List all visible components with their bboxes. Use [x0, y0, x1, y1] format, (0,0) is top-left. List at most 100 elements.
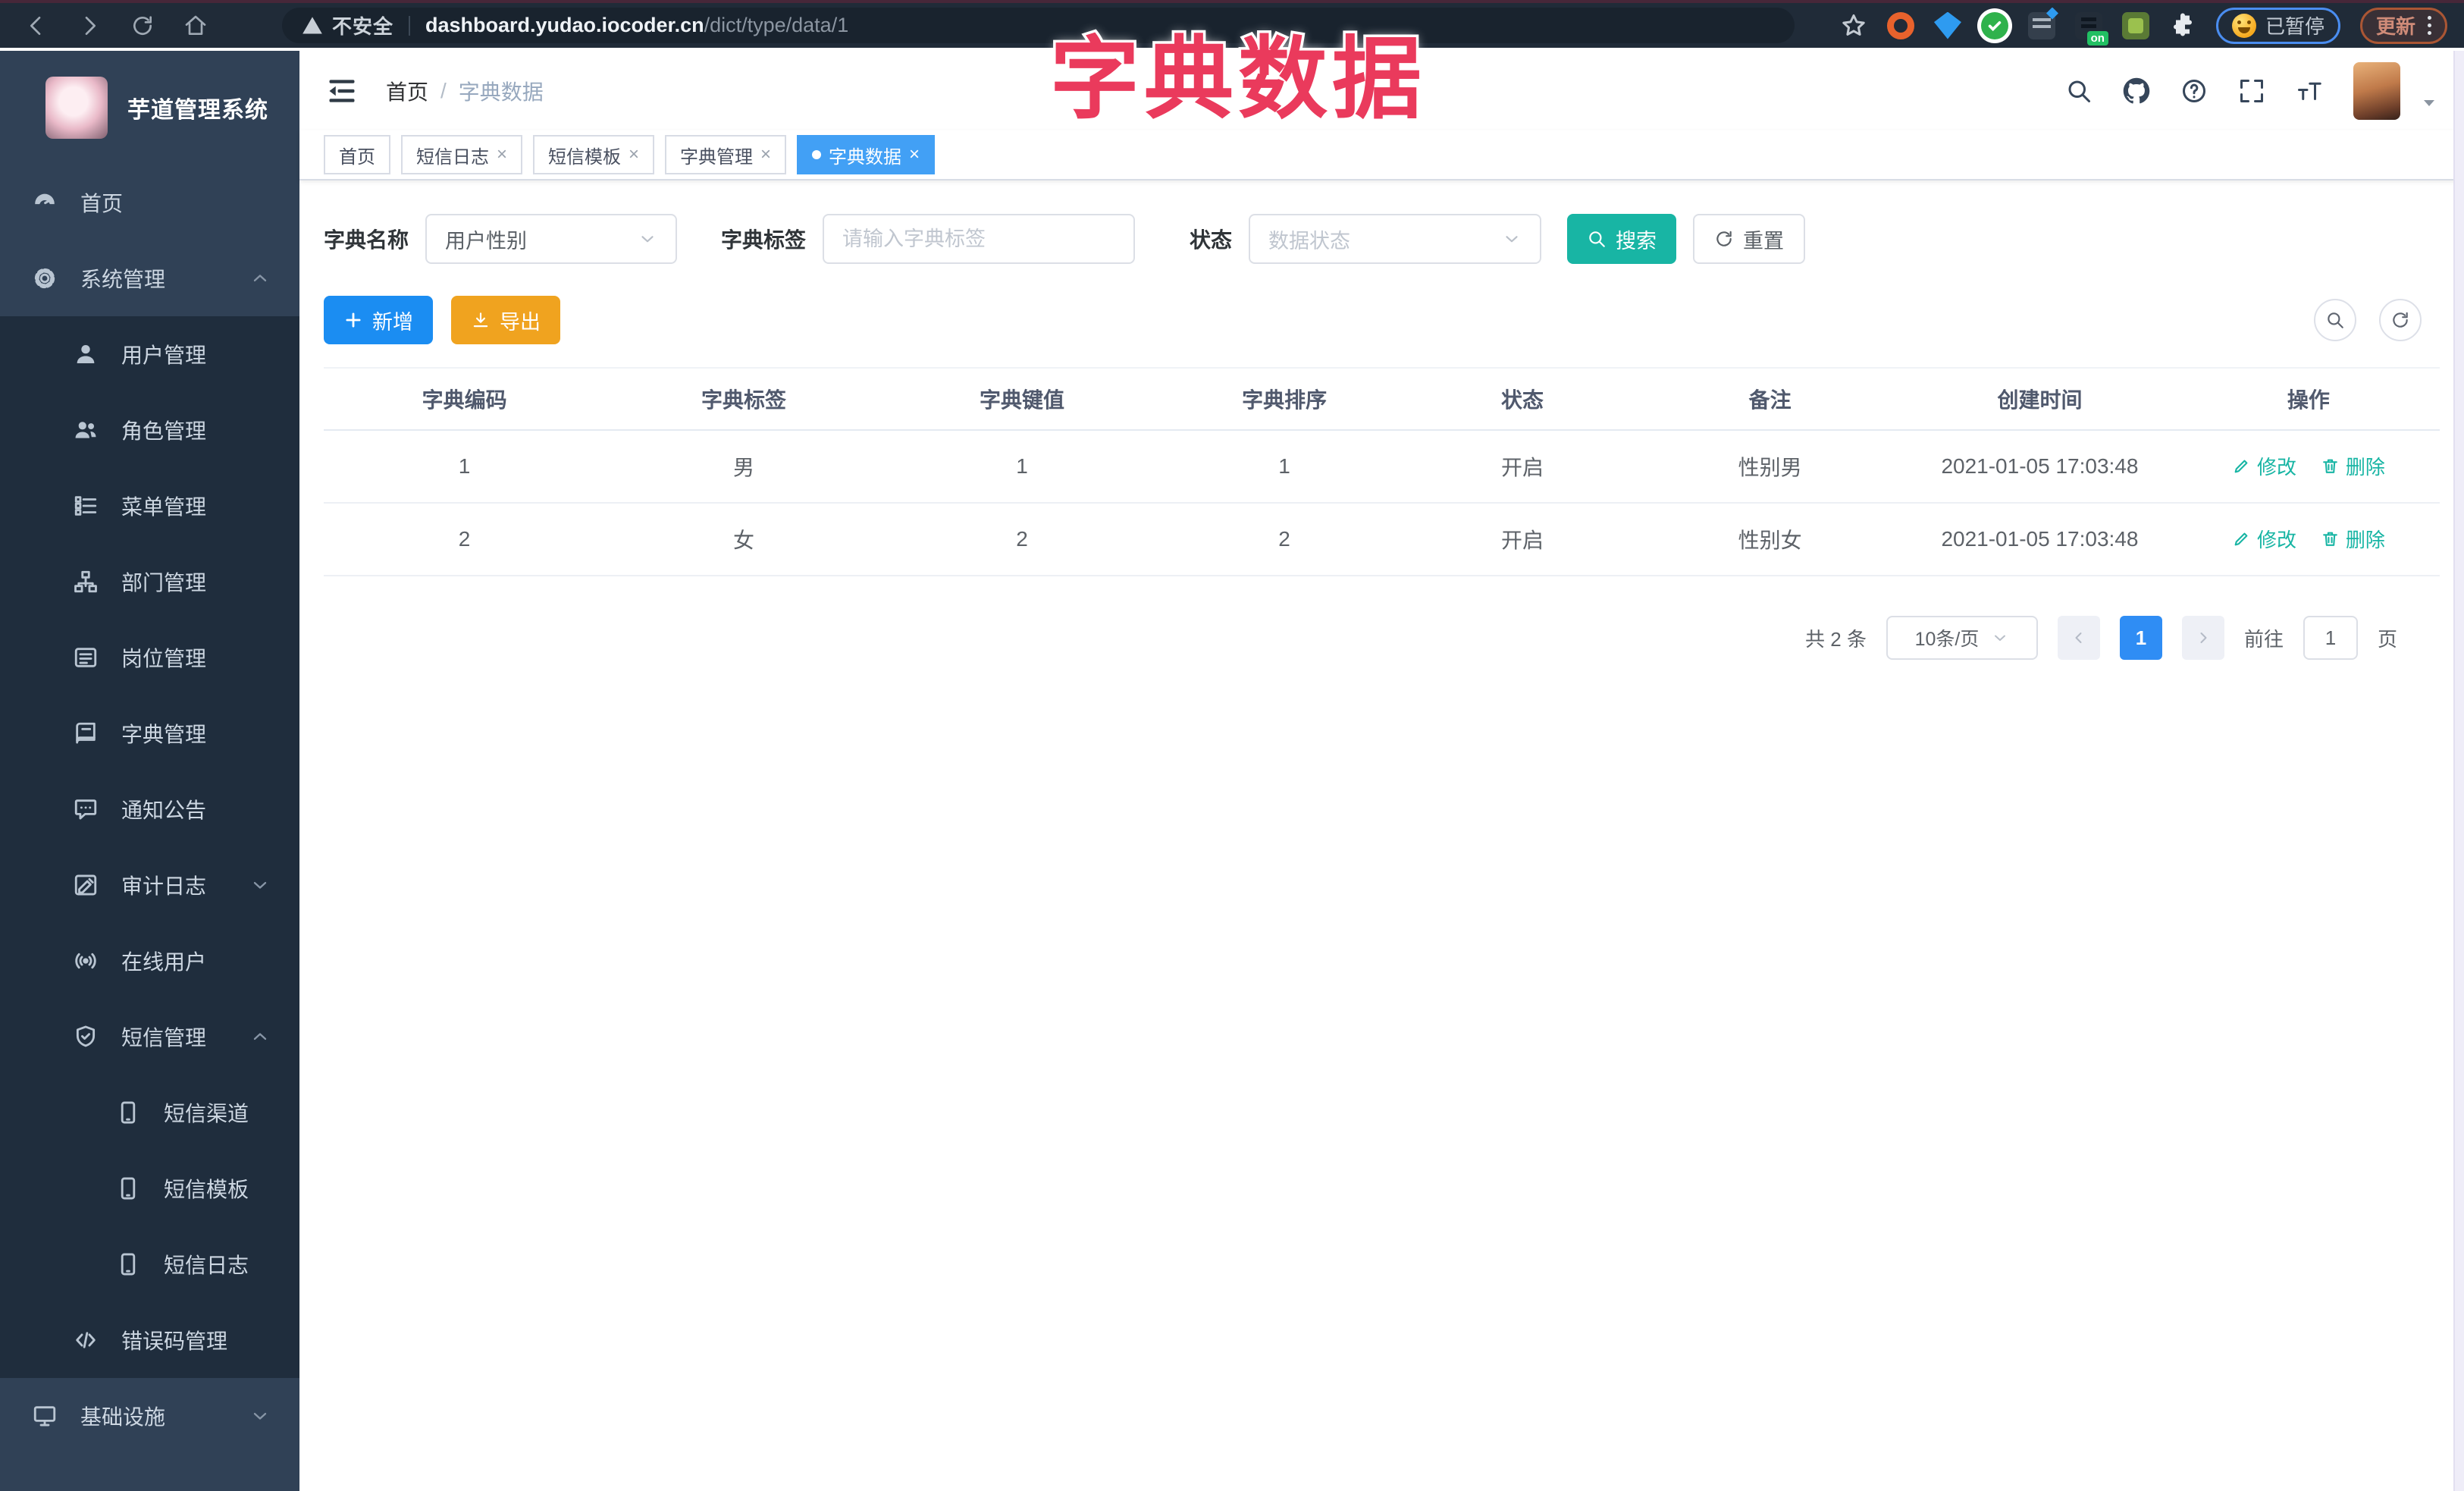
sidebar-item-label: 短信渠道 [164, 1102, 249, 1125]
sidebar-item-10-online[interactable]: 在线用户 [0, 923, 299, 999]
url-path: /dict/type/data/1 [704, 14, 849, 36]
extension-icon-devtools[interactable] [2121, 11, 2149, 39]
sidebar-item-8-message[interactable]: 通知公告 [0, 771, 299, 847]
breadcrumb-current: 字典数据 [458, 80, 544, 104]
paused-label: 已暂停 [2265, 15, 2324, 38]
dict-label-input[interactable] [823, 214, 1136, 264]
delete-link[interactable]: 删除 [2321, 525, 2385, 553]
dict-label-label: 字典标签 [721, 228, 807, 252]
status-select[interactable]: 数据状态 [1249, 214, 1542, 264]
tab-dict-manage[interactable]: 字典管理 × [665, 135, 787, 174]
tab-close-icon[interactable]: × [909, 144, 920, 165]
sidebar-item-14-phone[interactable]: 短信日志 [0, 1226, 299, 1302]
cell-value: 2 [882, 503, 1162, 576]
sidebar-item-13-phone[interactable]: 短信模板 [0, 1150, 299, 1226]
fullscreen-icon[interactable] [2238, 77, 2265, 105]
tab-close-icon[interactable]: × [760, 144, 771, 165]
sidebar-item-1-gear[interactable]: 系统管理 [0, 240, 299, 316]
help-icon[interactable] [2180, 77, 2208, 105]
col-header: 备注 [1638, 367, 1903, 431]
sidebar-item-11-shield[interactable]: 短信管理 [0, 999, 299, 1075]
browser-home-button[interactable] [176, 6, 215, 46]
navbar-right [2065, 61, 2438, 120]
table-toolbar-right [2314, 299, 2440, 341]
sidebar-item-7-dict[interactable]: 字典管理 [0, 695, 299, 771]
edit-link[interactable]: 修改 [2232, 452, 2296, 480]
browser-forward-button[interactable] [70, 6, 109, 46]
goto-page-input[interactable] [2303, 616, 2358, 660]
sidebar-item-9-log[interactable]: 审计日志 [0, 847, 299, 923]
bookmark-star-icon[interactable] [1840, 12, 1867, 39]
table-row[interactable]: 2 女 2 2 开启 性别女 2021-01-05 17:03:48 修改 删除 [324, 503, 2440, 576]
sidebar-item-15-code[interactable]: 错误码管理 [0, 1302, 299, 1378]
table-row[interactable]: 1 男 1 1 开启 性别男 2021-01-05 17:03:48 修改 删除 [324, 430, 2440, 504]
extension-icon-switch[interactable]: on [2074, 11, 2108, 46]
breadcrumb-home[interactable]: 首页 [386, 76, 428, 106]
extensions-puzzle-icon[interactable] [2169, 12, 2196, 39]
browser-back-button[interactable] [17, 6, 56, 46]
sidebar-item-6-post[interactable]: 岗位管理 [0, 620, 299, 695]
trash-icon [2321, 457, 2340, 476]
app-logo [45, 77, 108, 139]
sidebar-item-0-dashboard[interactable]: 首页 [0, 165, 299, 240]
refresh-icon [1714, 229, 1734, 249]
recorder-paused-pill[interactable]: 已暂停 [2215, 7, 2340, 44]
not-secure-warning-icon [302, 15, 323, 36]
export-button[interactable]: 导出 [451, 296, 560, 344]
refresh-table-button[interactable] [2379, 299, 2422, 341]
prev-page-button[interactable] [2057, 616, 2100, 660]
user-avatar[interactable] [2353, 61, 2400, 120]
tab-home[interactable]: 首页 [324, 135, 390, 174]
update-label: 更新 [2375, 15, 2415, 38]
sidebar-item-5-tree[interactable]: 部门管理 [0, 544, 299, 620]
chevron-down-icon [1502, 229, 1522, 249]
back-icon [24, 14, 49, 38]
page-size-select[interactable]: 10条/页 [1886, 616, 2038, 660]
kebab-menu-icon[interactable] [2428, 16, 2431, 35]
next-page-button[interactable] [2181, 616, 2224, 660]
browser-reload-button[interactable] [123, 6, 162, 46]
dict-name-select[interactable]: 用户性别 [425, 214, 678, 264]
tab-sms-template[interactable]: 短信模板 × [533, 135, 655, 174]
toggle-search-button[interactable] [2314, 299, 2356, 341]
current-page-button[interactable]: 1 [2119, 616, 2162, 660]
tab-label: 短信模板 [548, 146, 622, 168]
delete-link[interactable]: 删除 [2321, 452, 2385, 480]
search-button[interactable]: 搜索 [1567, 214, 1677, 264]
sidebar-item-label: 审计日志 [121, 874, 207, 898]
edit-link[interactable]: 修改 [2232, 525, 2296, 553]
font-size-icon[interactable] [2296, 77, 2323, 105]
header-search-icon[interactable] [2065, 77, 2093, 105]
extension-icon-check[interactable] [1980, 11, 2008, 39]
reset-button[interactable]: 重置 [1693, 214, 1806, 264]
sidebar: 芋道管理系统 首页 系统管理 用户管理 角色管理 菜单管理部门管理岗位管理 字典管理 通知公… [0, 51, 299, 1491]
tab-label: 短信日志 [416, 146, 489, 168]
extension-icon-gem[interactable] [1933, 11, 1961, 39]
pencil-icon [2232, 457, 2251, 476]
tab-close-icon[interactable]: × [629, 144, 639, 165]
sidebar-item-3-peoples[interactable]: 角色管理 [0, 392, 299, 468]
browser-update-button[interactable]: 更新 [2359, 7, 2447, 44]
extension-icon-orange[interactable] [1886, 11, 1914, 39]
sidebar-item-label: 错误码管理 [121, 1329, 228, 1353]
tab-sms-log[interactable]: 短信日志 × [401, 135, 523, 174]
avatar-caret-icon[interactable] [2420, 93, 2438, 111]
sidebar-item-4-tree-table[interactable]: 菜单管理 [0, 468, 299, 544]
sidebar-logo-row[interactable]: 芋道管理系统 [0, 51, 299, 165]
tab-close-icon[interactable]: × [497, 144, 507, 165]
page-scrollbar[interactable] [2453, 51, 2464, 1491]
add-button[interactable]: 新增 [324, 296, 433, 344]
tab-dict-data-active[interactable]: 字典数据 × [797, 135, 936, 174]
check-icon [1986, 17, 2003, 34]
address-bar[interactable]: 不安全 dashboard.yudao.iocoder.cn /dict/typ… [282, 8, 1795, 43]
cell-sort: 1 [1161, 430, 1407, 504]
sidebar-item-16-monitor[interactable]: 基础设施 [0, 1378, 299, 1454]
extension-icon-toggles[interactable] [2027, 11, 2055, 39]
sidebar-item-2-user[interactable]: 用户管理 [0, 316, 299, 392]
sidebar-collapse-icon[interactable] [325, 74, 359, 108]
github-icon[interactable] [2123, 77, 2150, 105]
sidebar-item-label: 部门管理 [121, 571, 207, 595]
browser-toolbar-right: on 已暂停 更新 [1840, 7, 2447, 46]
sidebar-item-12-phone[interactable]: 短信渠道 [0, 1075, 299, 1150]
download-icon [471, 310, 491, 330]
